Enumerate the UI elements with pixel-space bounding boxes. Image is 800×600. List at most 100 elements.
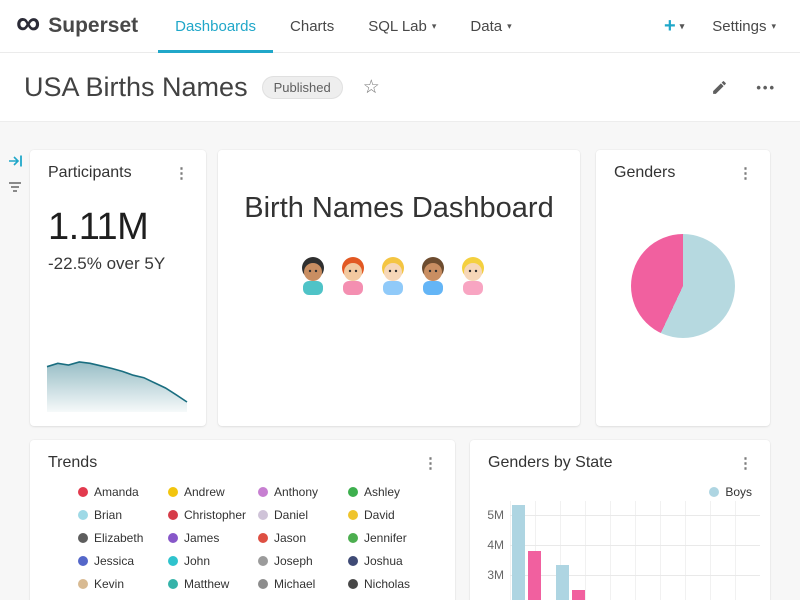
legend-item-boys[interactable]: Boys	[709, 485, 752, 499]
legend-item[interactable]: James	[168, 531, 258, 545]
nav-dashboards[interactable]: Dashboards	[158, 0, 273, 53]
legend-item[interactable]: Amanda	[78, 485, 168, 499]
legend-label: Elizabeth	[94, 531, 143, 545]
legend-dot	[168, 533, 178, 543]
card-title: Participants	[48, 164, 132, 182]
bar-boys	[512, 505, 525, 600]
legend-item[interactable]: Ashley	[348, 485, 438, 499]
legend-label: Joseph	[274, 554, 313, 568]
gridline	[510, 575, 760, 576]
legend-dot	[348, 510, 358, 520]
new-item-button[interactable]: + ▾	[664, 15, 684, 38]
legend-dot	[348, 556, 358, 566]
legend-label: Ashley	[364, 485, 400, 499]
legend-label: Nicholas	[364, 577, 410, 591]
nav-data[interactable]: Data ▾	[453, 0, 528, 53]
legend-item[interactable]: Elizabeth	[78, 531, 168, 545]
legend-dot	[78, 510, 88, 520]
legend-item[interactable]: Jason	[258, 531, 348, 545]
legend-dot	[168, 510, 178, 520]
settings-menu[interactable]: Settings ▾	[712, 18, 776, 35]
kebab-menu-icon[interactable]: ⋮	[416, 454, 445, 472]
legend-dot	[168, 487, 178, 497]
nav-charts[interactable]: Charts	[273, 0, 351, 53]
navbar: ∞ Superset Dashboards Charts SQL Lab ▾ D…	[0, 0, 800, 53]
kebab-menu-icon[interactable]: ⋮	[167, 164, 196, 182]
legend-item[interactable]: Joseph	[258, 554, 348, 568]
published-badge[interactable]: Published	[262, 76, 343, 99]
legend-item[interactable]: Nicholas	[348, 577, 438, 591]
legend-label: Joshua	[364, 554, 403, 568]
legend-label: John	[184, 554, 210, 568]
legend-item[interactable]: Matthew	[168, 577, 258, 591]
navbar-right: + ▾ Settings ▾	[664, 15, 784, 38]
filter-list-icon[interactable]	[8, 180, 22, 198]
participants-trend-chart	[46, 356, 188, 412]
legend-label: Michael	[274, 577, 315, 591]
legend-dot	[258, 579, 268, 589]
markdown-header-card: Birth Names Dashboard	[218, 150, 580, 426]
bar-boys	[556, 565, 569, 600]
card-title: Trends	[48, 454, 97, 472]
superset-logo-icon: ∞	[16, 10, 40, 37]
legend-item[interactable]: Daniel	[258, 508, 348, 522]
trends-card: Trends ⋮ Amanda Andrew Anthony	[30, 440, 455, 600]
chevron-down-icon: ▾	[507, 22, 512, 31]
nav-dashboards-label: Dashboards	[175, 18, 256, 35]
edit-pencil-icon[interactable]	[711, 79, 728, 96]
more-options-icon[interactable]: •••	[756, 80, 776, 95]
genders-by-state-chart: 5M 4M 3M	[470, 501, 770, 600]
legend-label: Daniel	[274, 508, 308, 522]
kebab-menu-icon[interactable]: ⋮	[731, 454, 760, 472]
dashboard-header: USA Births Names Published ☆ •••	[0, 53, 800, 122]
legend-item[interactable]: Michael	[258, 577, 348, 591]
legend-label: Brian	[94, 508, 122, 522]
big-number-subheader: -22.5% over 5Y	[48, 254, 206, 274]
legend-item[interactable]: Kevin	[78, 577, 168, 591]
card-title: Genders by State	[488, 454, 613, 472]
legend-label: Jessica	[94, 554, 134, 568]
genders-pie-chart[interactable]	[631, 234, 735, 338]
legend-item[interactable]: Joshua	[348, 554, 438, 568]
legend-dot	[709, 487, 719, 497]
legend-dot	[258, 487, 268, 497]
y-axis-tick: 3M	[470, 568, 504, 582]
superset-logo[interactable]: ∞ Superset	[16, 12, 138, 39]
y-axis-tick: 5M	[470, 508, 504, 522]
legend-item[interactable]: Andrew	[168, 485, 258, 499]
legend-item[interactable]: Brian	[78, 508, 168, 522]
settings-label: Settings	[712, 18, 766, 35]
children-emoji-illustration	[218, 255, 580, 299]
legend-dot	[168, 579, 178, 589]
legend-dot	[258, 510, 268, 520]
legend-item[interactable]: Anthony	[258, 485, 348, 499]
legend-item[interactable]: David	[348, 508, 438, 522]
expand-filter-bar-icon[interactable]	[8, 154, 23, 173]
legend-item[interactable]: Christopher	[168, 508, 258, 522]
nav-sql-lab[interactable]: SQL Lab ▾	[351, 0, 453, 53]
legend-label: Christopher	[184, 508, 246, 522]
plus-icon: +	[664, 15, 676, 38]
chevron-down-icon: ▾	[432, 22, 437, 31]
legend-item[interactable]: John	[168, 554, 258, 568]
nav-charts-label: Charts	[290, 18, 334, 35]
header-actions: •••	[711, 79, 776, 96]
legend-dot	[348, 579, 358, 589]
trends-legend: Amanda Andrew Anthony Ashley	[30, 472, 455, 600]
legend-dot	[348, 487, 358, 497]
participants-card: Participants ⋮ 1.11M -22.5% over 5Y	[30, 150, 206, 426]
dashboard-canvas: Participants ⋮ 1.11M -22.5% over 5Y Birt…	[0, 122, 800, 600]
legend-label: Amanda	[94, 485, 139, 499]
favorite-star-icon[interactable]: ☆	[363, 76, 380, 99]
legend-label: Boys	[725, 485, 752, 499]
page-title: USA Births Names	[24, 72, 248, 103]
kebab-menu-icon[interactable]: ⋮	[731, 164, 760, 182]
legend-item[interactable]: Jennifer	[348, 531, 438, 545]
legend-label: Anthony	[274, 485, 318, 499]
nav-sql-lab-label: SQL Lab	[368, 18, 427, 35]
legend-dot	[258, 556, 268, 566]
gridline	[510, 515, 760, 516]
legend-label: Jennifer	[364, 531, 407, 545]
legend-item[interactable]: Jessica	[78, 554, 168, 568]
legend-dot	[258, 533, 268, 543]
